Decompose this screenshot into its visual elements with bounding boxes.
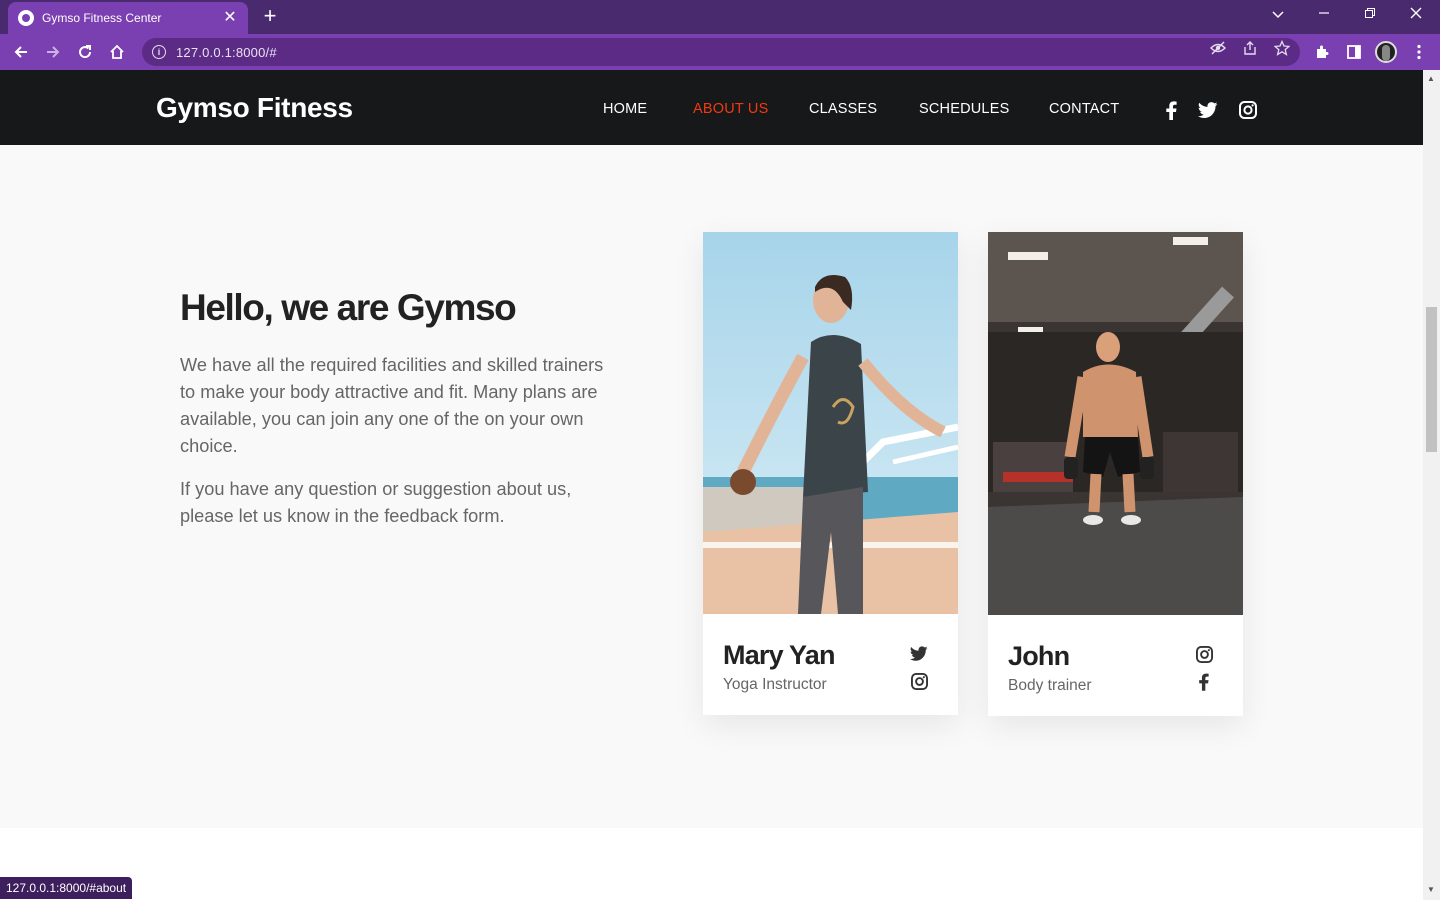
instagram-icon[interactable] <box>1195 645 1213 663</box>
bookmark-star-icon[interactable] <box>1274 40 1290 56</box>
about-paragraph-1: We have all the required facilities and … <box>180 355 604 456</box>
site-navbar: Gymso Fitness HOME ABOUT US CLASSES SCHE… <box>0 70 1423 145</box>
trainer-name: Mary Yan <box>723 640 835 670</box>
twitter-icon[interactable] <box>1198 100 1218 120</box>
eye-off-icon[interactable] <box>1210 40 1226 56</box>
trainer-name: John <box>1008 641 1070 671</box>
browser-toolbar: i 127.0.0.1:8000/# <box>0 34 1440 70</box>
twitter-icon[interactable] <box>910 644 928 662</box>
back-arrow-icon[interactable] <box>10 41 32 63</box>
site-info-icon[interactable]: i <box>152 45 166 59</box>
instagram-icon[interactable] <box>1238 100 1258 120</box>
tab-search-icon[interactable] <box>1266 6 1290 22</box>
nav-about[interactable]: ABOUT US <box>693 101 768 117</box>
site-favicon-icon <box>18 10 34 26</box>
trainer-card-john: John Body trainer <box>988 232 1243 716</box>
link-status-url: 127.0.0.1:8000/#about <box>0 877 133 899</box>
tab-close-icon[interactable]: ✕ <box>222 10 238 26</box>
address-url[interactable]: 127.0.0.1:8000/# <box>176 45 277 60</box>
home-icon[interactable] <box>106 41 128 63</box>
minimize-icon[interactable] <box>1312 6 1336 22</box>
scroll-down-arrow-icon[interactable]: ▼ <box>1427 885 1435 894</box>
nav-schedules[interactable]: SCHEDULES <box>919 101 1009 117</box>
trainer-photo-mary <box>703 232 958 614</box>
restore-icon[interactable] <box>1358 6 1382 22</box>
profile-avatar[interactable] <box>1375 41 1397 63</box>
scrollbar-thumb[interactable] <box>1426 307 1437 452</box>
browser-tab-bar: Gymso Fitness Center ✕ + <box>0 0 1440 34</box>
facebook-icon[interactable] <box>1194 673 1212 691</box>
nav-contact[interactable]: CONTACT <box>1049 101 1119 117</box>
tab-title: Gymso Fitness Center <box>42 11 162 25</box>
nav-classes[interactable]: CLASSES <box>809 101 877 117</box>
trainer-info-mary: Mary Yan Yoga Instructor <box>703 614 958 715</box>
instagram-icon[interactable] <box>910 672 928 690</box>
next-section <box>0 828 1423 900</box>
about-paragraph-2: If you have any question or suggestion a… <box>180 479 572 526</box>
about-heading: Hello, we are Gymso <box>180 287 517 328</box>
trainer-card-mary: Mary Yan Yoga Instructor <box>703 232 958 715</box>
share-icon[interactable] <box>1242 40 1258 56</box>
facebook-icon[interactable] <box>1161 100 1181 120</box>
menu-kebab-icon[interactable] <box>1408 41 1430 63</box>
scroll-up-arrow-icon[interactable]: ▲ <box>1427 74 1435 83</box>
address-bar[interactable]: i 127.0.0.1:8000/# <box>142 38 1300 66</box>
extensions-puzzle-icon[interactable] <box>1311 41 1333 63</box>
reload-icon[interactable] <box>74 41 96 63</box>
forward-arrow-icon[interactable] <box>42 41 64 63</box>
new-tab-button[interactable]: + <box>258 5 282 27</box>
trainer-info-john: John Body trainer <box>988 615 1243 716</box>
trainer-role: Body trainer <box>1008 677 1092 694</box>
brand-logo[interactable]: Gymso Fitness <box>156 92 353 124</box>
trainer-role: Yoga Instructor <box>723 676 827 693</box>
close-window-icon[interactable] <box>1404 6 1428 22</box>
browser-tab[interactable]: Gymso Fitness Center ✕ <box>8 2 248 34</box>
page-scrollbar[interactable]: ▲ ▼ <box>1423 70 1440 900</box>
side-panel-icon[interactable] <box>1343 41 1365 63</box>
trainer-photo-john <box>988 232 1243 615</box>
page-viewport: Gymso Fitness HOME ABOUT US CLASSES SCHE… <box>0 70 1423 900</box>
nav-home[interactable]: HOME <box>603 101 647 117</box>
